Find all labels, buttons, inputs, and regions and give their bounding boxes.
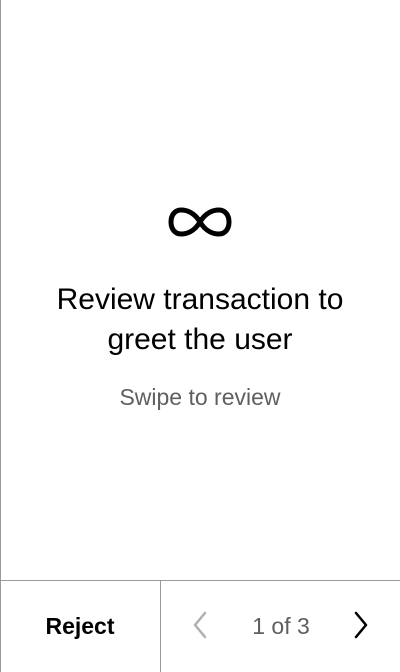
footer-bar: Reject 1 of 3 — [0, 580, 400, 672]
pagination: 1 of 3 — [161, 581, 400, 672]
infinity-logo-icon — [168, 205, 232, 239]
review-screen: Review transaction to greet the user Swi… — [0, 0, 400, 580]
reject-button[interactable]: Reject — [0, 581, 160, 672]
previous-page-button[interactable] — [180, 603, 220, 649]
swipe-hint: Swipe to review — [119, 384, 281, 410]
next-page-button[interactable] — [341, 603, 381, 649]
page-indicator: 1 of 3 — [252, 613, 310, 639]
chevron-left-icon — [190, 610, 210, 643]
chevron-right-icon — [351, 610, 371, 643]
page-title: Review transaction to greet the user — [56, 283, 344, 356]
